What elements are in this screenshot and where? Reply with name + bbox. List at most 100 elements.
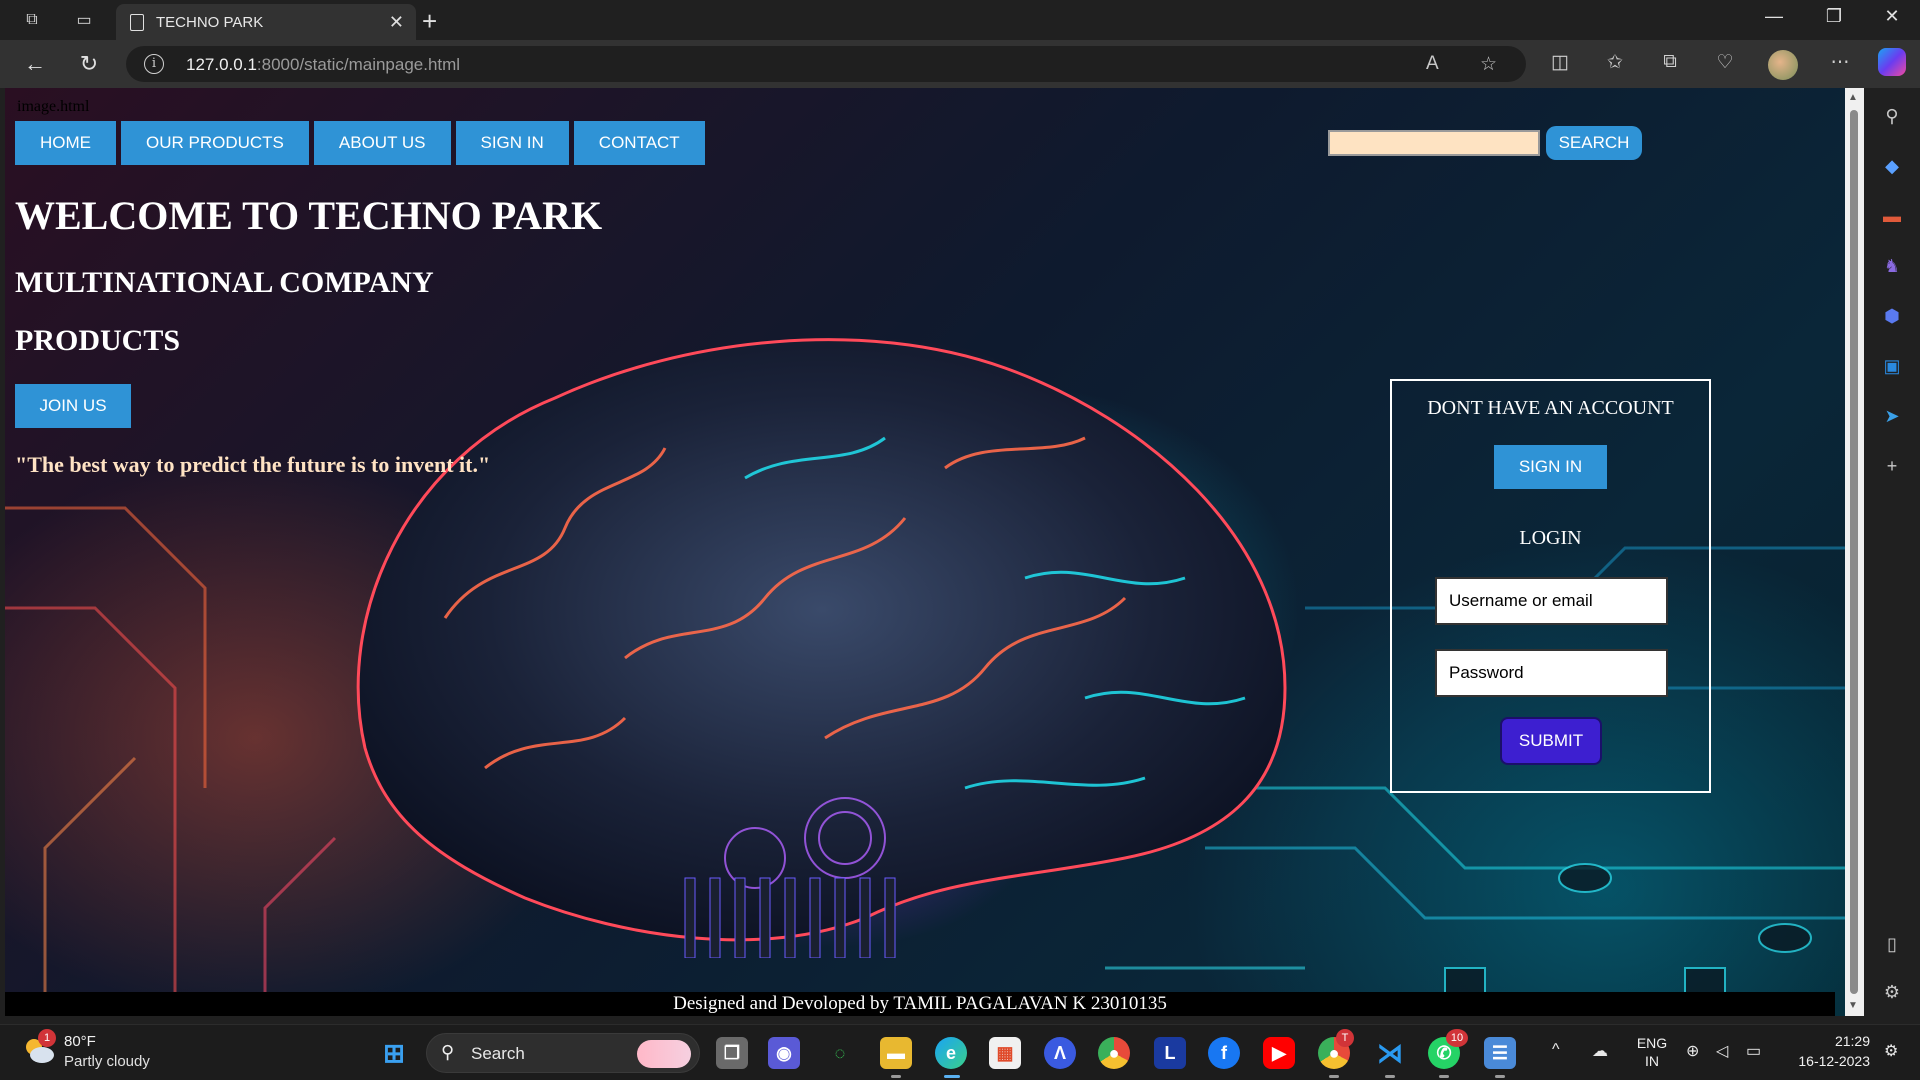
volume-icon[interactable]: ◁ — [1716, 1041, 1728, 1061]
tab-title: TECHNO PARK — [156, 13, 264, 31]
browser-essentials-icon[interactable]: ♡ — [1710, 51, 1740, 74]
games-icon[interactable]: ♞ — [1878, 252, 1906, 280]
more-options-icon[interactable]: ⋯ — [1825, 51, 1855, 74]
tab-actions-icon[interactable]: ▭ — [70, 8, 98, 32]
show-hidden-icons-chevron-icon[interactable]: ^ — [1552, 1041, 1560, 1059]
youtube-icon[interactable]: ▶ — [1263, 1037, 1295, 1069]
facebook-icon[interactable]: f — [1208, 1037, 1240, 1069]
clock-date[interactable]: 16-12-2023 — [1780, 1053, 1870, 1069]
minimize-icon[interactable]: — — [1754, 6, 1794, 27]
chrome-profile-badge: T — [1336, 1029, 1354, 1047]
nav-contact[interactable]: CONTACT — [573, 121, 705, 165]
web-page: image.html HOME OUR PRODUCTS ABOUT US SI… — [5, 88, 1845, 1016]
close-tab-icon[interactable]: ✕ — [389, 12, 404, 33]
search-button[interactable]: SEARCH — [1546, 126, 1642, 160]
microsoft-365-icon[interactable]: ⬢ — [1878, 302, 1906, 330]
clock-time[interactable]: 21:29 — [1780, 1033, 1870, 1049]
vscode-running-indicator — [1385, 1075, 1395, 1078]
scroll-down-icon[interactable]: ▼ — [1848, 1000, 1858, 1011]
copilot-icon[interactable] — [1878, 48, 1906, 76]
taskbar-search-label: Search — [471, 1044, 525, 1063]
favorites-icon[interactable]: ✩ — [1600, 51, 1630, 74]
whatsapp-badge: 10 — [1446, 1029, 1468, 1047]
chrome-icon[interactable]: ● — [1098, 1037, 1130, 1069]
l-app-icon[interactable]: L — [1154, 1037, 1186, 1069]
broken-image-alt-text: image.html — [17, 98, 90, 115]
edge-running-indicator — [944, 1075, 960, 1078]
new-tab-icon[interactable]: + — [422, 6, 437, 37]
search-input[interactable] — [1328, 130, 1540, 156]
windows-start-icon[interactable]: ⊞ — [378, 1037, 410, 1069]
quote-text: "The best way to predict the future is t… — [15, 452, 491, 477]
weather-description[interactable]: Partly cloudy — [64, 1053, 150, 1070]
refresh-icon[interactable]: ↻ — [74, 50, 104, 78]
page-document-icon — [130, 13, 144, 31]
nav-about-us[interactable]: ABOUT US — [313, 121, 451, 165]
add-sidebar-app-icon[interactable]: + — [1878, 452, 1906, 480]
task-view-icon[interactable]: ❐ — [716, 1037, 748, 1069]
file-explorer-icon[interactable]: ▬ — [880, 1037, 912, 1069]
address-bar[interactable]: i 127.0.0.1:8000/static/mainpage.html A … — [126, 46, 1526, 82]
read-aloud-icon[interactable]: A — [1426, 53, 1439, 75]
explorer-running-indicator — [891, 1075, 901, 1078]
password-field[interactable]: Password — [1435, 649, 1668, 697]
battery-icon[interactable]: ▭ — [1746, 1041, 1761, 1061]
outlook-icon[interactable]: ▣ — [1878, 352, 1906, 380]
nav-sign-in[interactable]: SIGN IN — [455, 121, 569, 165]
page-title: WELCOME TO TECHNO PARK — [15, 193, 603, 238]
notepad-icon[interactable]: ☰ — [1484, 1037, 1516, 1069]
collections-icon[interactable]: ⧉ — [1655, 51, 1685, 73]
search-icon[interactable]: ⚲ — [1878, 102, 1906, 130]
vscode-icon[interactable]: ⋊ — [1374, 1037, 1406, 1069]
login-panel: DONT HAVE AN ACCOUNT SIGN IN LOGIN Usern… — [1390, 379, 1711, 793]
windows-taskbar: 1 80°F Partly cloudy ⊞ ⚲ Search ❐ ◉ ◌ ▬ … — [0, 1024, 1920, 1080]
no-account-heading: DONT HAVE AN ACCOUNT — [1427, 397, 1674, 419]
weather-alert-badge: 1 — [38, 1029, 56, 1047]
scroll-up-icon[interactable]: ▲ — [1848, 92, 1858, 103]
main-navigation: HOME OUR PRODUCTS ABOUT US SIGN IN CONTA… — [15, 121, 705, 165]
restore-icon[interactable]: ❐ — [1814, 6, 1854, 27]
android-studio-icon[interactable]: Λ — [1044, 1037, 1076, 1069]
whatsapp-running-indicator — [1439, 1075, 1449, 1078]
subheading-company: MULTINATIONAL COMPANY — [15, 266, 434, 299]
onedrive-offline-icon[interactable]: ☁ — [1592, 1041, 1608, 1061]
join-us-button[interactable]: JOIN US — [15, 384, 131, 428]
scrollbar-thumb[interactable] — [1850, 110, 1858, 994]
sidebar-settings-icon[interactable]: ⚙ — [1878, 978, 1906, 1006]
url-text[interactable]: 127.0.0.1:8000/static/mainpage.html — [186, 55, 460, 75]
notifications-icon[interactable]: ⚙ — [1884, 1041, 1898, 1061]
workspaces-icon[interactable]: ⧉ — [18, 8, 46, 32]
nav-home[interactable]: HOME — [15, 121, 116, 165]
weather-temperature[interactable]: 80°F — [64, 1033, 96, 1050]
network-globe-icon[interactable]: ⊕ — [1686, 1041, 1699, 1061]
browser-toolbar: ← ↻ i 127.0.0.1:8000/static/mainpage.htm… — [0, 40, 1920, 88]
back-icon[interactable]: ← — [20, 50, 50, 78]
search-highlight-image — [637, 1040, 691, 1068]
login-heading: LOGIN — [1519, 527, 1582, 549]
refresh-app-icon[interactable]: ◌ — [824, 1037, 856, 1069]
hide-sidebar-icon[interactable]: ▯ — [1878, 930, 1906, 958]
chrome-running-indicator — [1329, 1075, 1339, 1078]
favorite-star-icon[interactable]: ☆ — [1480, 53, 1497, 76]
microsoft-store-icon[interactable]: ▦ — [989, 1037, 1021, 1069]
language-region[interactable]: IN — [1632, 1053, 1672, 1069]
taskbar-search[interactable]: ⚲ Search — [426, 1033, 700, 1073]
tools-icon[interactable]: ▬ — [1878, 202, 1906, 230]
browser-tab[interactable]: TECHNO PARK ✕ — [116, 4, 416, 40]
language-code[interactable]: ENG — [1632, 1035, 1672, 1051]
shopping-tag-icon[interactable]: ◆ — [1878, 152, 1906, 180]
profile-avatar[interactable] — [1768, 50, 1798, 80]
subheading-products: PRODUCTS — [15, 324, 181, 357]
submit-button[interactable]: SUBMIT — [1500, 717, 1602, 765]
close-window-icon[interactable]: ✕ — [1872, 6, 1912, 27]
split-screen-icon[interactable]: ◫ — [1545, 51, 1575, 74]
notepad-running-indicator — [1495, 1075, 1505, 1078]
search-icon: ⚲ — [441, 1042, 455, 1062]
nav-our-products[interactable]: OUR PRODUCTS — [121, 121, 309, 165]
edge-icon[interactable]: e — [935, 1037, 967, 1069]
username-field[interactable]: Username or email — [1435, 577, 1668, 625]
teams-chat-icon[interactable]: ◉ — [768, 1037, 800, 1069]
send-icon[interactable]: ➤ — [1878, 402, 1906, 430]
site-info-icon[interactable]: i — [144, 54, 164, 74]
panel-sign-in-button[interactable]: SIGN IN — [1494, 445, 1607, 489]
